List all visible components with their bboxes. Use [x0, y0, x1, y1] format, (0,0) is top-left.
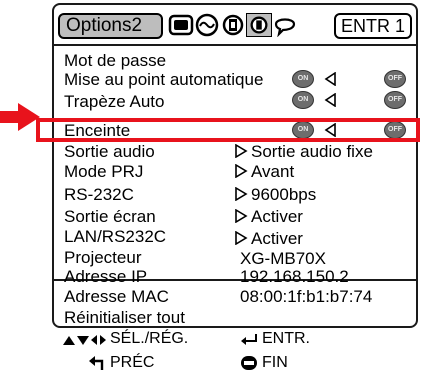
picture-tab-icon[interactable]: [168, 13, 194, 37]
prj-mode-value[interactable]: Avant: [251, 162, 294, 181]
row-lan-rs232c-label[interactable]: LAN/RS232C: [64, 227, 166, 246]
back-arrow-icon: [89, 356, 104, 370]
lan-rs232c-value[interactable]: Activer: [251, 229, 303, 248]
audio-out-value[interactable]: Sortie audio fixe: [251, 142, 373, 161]
settings-tab-icon[interactable]: [220, 13, 246, 37]
row-auto-keystone-label[interactable]: Trapèze Auto: [64, 92, 165, 111]
auto-focus-off-toggle[interactable]: OFF: [384, 70, 406, 88]
right-arrow-icon: [235, 164, 248, 178]
rs232c-value[interactable]: 9600bps: [251, 185, 316, 204]
row-reset-all-label[interactable]: Réinitialiser tout: [64, 308, 185, 327]
settings-list: Mot de passe Mise au point automatique O…: [36, 44, 420, 281]
row-prj-mode-label[interactable]: Mode PRJ: [64, 162, 143, 181]
projector-model-value: XG-MB70X: [240, 249, 326, 268]
mac-address-value: 08:00:1f:b1:b7:74: [240, 287, 373, 306]
row-monitor-out-label[interactable]: Sortie écran: [64, 207, 156, 226]
enter-label: ENTR.: [262, 330, 310, 347]
row-mac-address-label: Adresse MAC: [64, 287, 169, 306]
previous-label: PRÉC: [110, 354, 155, 371]
options2-tab-icon[interactable]: [246, 13, 272, 37]
entr-page-indicator: ENTR 1: [334, 13, 412, 39]
select-adjust-label: SÉL./RÉG.: [110, 330, 189, 347]
pointer-arrow-icon: [0, 103, 40, 131]
sync-tab-icon[interactable]: [194, 13, 220, 37]
row-auto-focus-label[interactable]: Mise au point automatique: [64, 70, 263, 89]
auto-focus-on-toggle[interactable]: ON: [292, 70, 314, 88]
auto-keystone-off-toggle[interactable]: OFF: [384, 91, 406, 109]
left-arrow-icon: [324, 93, 336, 107]
end-label: FIN: [262, 354, 288, 371]
menu-panel: Options2 ENTR 1 Mot de passe Mise au poi…: [36, 3, 420, 328]
row-ip-address-label: Adresse IP: [64, 267, 148, 286]
row-rs232c-label[interactable]: RS-232C: [64, 185, 134, 204]
tab-options2[interactable]: Options2: [58, 13, 163, 39]
row-audio-out-label[interactable]: Sortie audio: [64, 142, 155, 161]
row-password-label[interactable]: Mot de passe: [64, 51, 166, 70]
key-legend: SÉL./RÉG. ENTR. PRÉC FIN: [52, 330, 418, 378]
ip-address-value: 192.168.150.2: [240, 267, 349, 286]
direction-arrows-icon: [63, 335, 106, 345]
auto-keystone-on-toggle[interactable]: ON: [292, 91, 314, 109]
right-arrow-icon: [235, 231, 248, 245]
right-arrow-icon: [235, 144, 248, 158]
row-projector-label: Projecteur: [64, 248, 142, 267]
language-tab-icon[interactable]: [272, 13, 298, 37]
right-arrow-icon: [235, 209, 248, 223]
monitor-out-value[interactable]: Activer: [251, 207, 303, 226]
enter-key-icon: [241, 334, 257, 345]
right-arrow-icon: [235, 187, 248, 201]
menu-tab-bar: Options2 ENTR 1: [54, 5, 416, 45]
selection-highlight: [36, 118, 420, 142]
menu-end-icon: [241, 356, 257, 370]
left-arrow-icon: [324, 72, 336, 86]
